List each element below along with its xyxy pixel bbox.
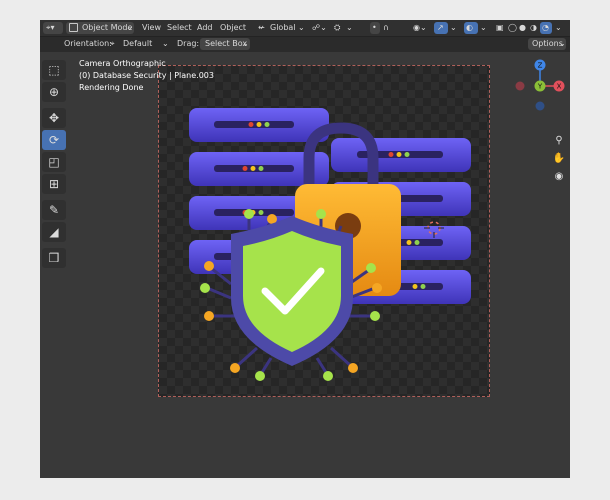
render-status: Rendering Done [79,83,144,92]
tool-select-box[interactable]: ⬚ [42,60,66,80]
select-box-icon: ⬚ [48,63,60,77]
tool-transform[interactable]: ⊞ [42,174,66,194]
solid-shading-icon[interactable]: ● [519,23,526,33]
shading-dropdown-icon[interactable]: ⌄ [555,23,562,33]
3d-viewport[interactable]: Camera Orthographic (0) Database Securit… [40,52,570,478]
wireframe-shading-icon[interactable]: ◯ [508,23,517,33]
svg-text:Y: Y [537,83,543,91]
menu-view[interactable]: View [142,23,161,33]
chevron-down-icon: ⌄ [298,23,305,32]
menu-add[interactable]: Add [197,23,213,33]
proportional-edit-button[interactable]: • [370,22,380,34]
xray-icon[interactable]: ▣ [496,23,504,33]
proportional-dot-icon: • [372,23,377,32]
rotate-icon: ⟳ [48,133,60,147]
overlays-dropdown-icon[interactable]: ⌄ [480,23,487,33]
scale-icon: ◰ [48,155,60,169]
view-name: Camera Orthographic [79,59,166,68]
tool-cursor[interactable]: ⊕ [42,82,66,102]
chevron-down-icon: ⌄ [242,39,249,48]
snap-dropdown-icon[interactable]: ⌄ [346,23,353,33]
material-shading-icon[interactable]: ◑ [530,23,537,33]
orientation-setting-label: Orientation: [64,39,112,48]
drag-dropdown[interactable]: Select Box ⌄ [200,38,250,50]
editor-type-icon: ⌖▾ [46,23,55,32]
orientation-setting-value[interactable]: Default [123,39,152,49]
chevron-down-icon: ⌄ [126,23,133,32]
gizmo-toggle-button[interactable]: ↗ [434,22,448,34]
object-mode-icon [69,23,78,33]
tool-settings-bar: Orientation: ⌖ Default ⌄ Drag: Select Bo… [40,37,570,52]
menu-select[interactable]: Select [167,23,192,33]
chevron-down-icon: ⌄ [162,39,169,48]
gizmo-neg-x[interactable] [515,81,525,91]
viewport-header: ⌖▾ Object Mode ⌄ View Select Add Object … [40,20,570,37]
editor-type-button[interactable]: ⌖▾ [43,22,63,34]
transform-icon: ⊞ [48,177,60,191]
gizmo-neg-z[interactable] [535,101,545,111]
rendered-image [189,108,471,381]
svg-text:Z: Z [538,62,543,70]
drag-setting-label: Drag: [177,39,200,48]
navigation-gizmo[interactable]: Z X Y [510,54,570,124]
rendered-shading-button[interactable]: ◔ [540,22,552,34]
object-info: (0) Database Security | Plane.003 [79,71,214,80]
gizmo-arrow-icon: ↗ [437,23,444,32]
annotate-icon: ✎ [48,203,60,217]
gizmo-dropdown-icon[interactable]: ⌄ [450,23,457,33]
move-icon: ✥ [48,111,60,125]
rendered-shading-icon: ◔ [542,23,549,32]
orientation-label: Global [270,23,296,32]
camera-frame [158,65,490,397]
tool-measure[interactable]: ◢ [42,222,66,242]
svg-text:X: X [557,83,562,91]
orientation-axes-icon: ⌖ [110,39,115,48]
tool-add-cube[interactable]: ❒ [42,248,66,268]
cursor-icon: ⊕ [48,85,60,99]
measure-icon: ◢ [49,225,59,239]
chevron-down-icon: ⌄ [559,39,566,48]
drag-setting-value: Select Box [205,39,248,48]
add-cube-icon: ❒ [48,251,60,265]
falloff-icon[interactable]: ∩ [383,23,389,33]
options-dropdown[interactable]: Options ⌄ [528,38,566,50]
transform-orientation-dropdown[interactable]: ↚ Global ⌄ [256,22,306,34]
orientation-gizmo-icon: ↚ [258,23,265,32]
snap-icon[interactable]: ⛭ [334,23,340,33]
menu-object[interactable]: Object [220,23,246,33]
visibility-icon[interactable]: ◉⌄ [413,23,427,33]
blender-window: ⌖▾ Object Mode ⌄ View Select Add Object … [40,20,570,478]
camera-icon[interactable]: ◉ [552,170,566,184]
tool-move[interactable]: ✥ [42,108,66,128]
overlays-icon: ◐ [466,23,473,32]
zoom-icon[interactable]: ⚲ [552,134,566,148]
mode-dropdown[interactable]: Object Mode ⌄ [66,22,134,34]
tool-rotate[interactable]: ⟳ [42,130,66,150]
hand-pan-icon[interactable]: ✋ [552,152,566,166]
mode-label: Object Mode [82,23,133,32]
tool-annotate[interactable]: ✎ [42,200,66,220]
overlays-toggle-button[interactable]: ◐ [464,22,478,34]
pivot-link-icon[interactable]: ☍⌄ [312,23,327,33]
viewport-text-overlay: Camera Orthographic (0) Database Securit… [79,58,214,94]
security-shield [231,216,353,366]
tool-scale[interactable]: ◰ [42,152,66,172]
